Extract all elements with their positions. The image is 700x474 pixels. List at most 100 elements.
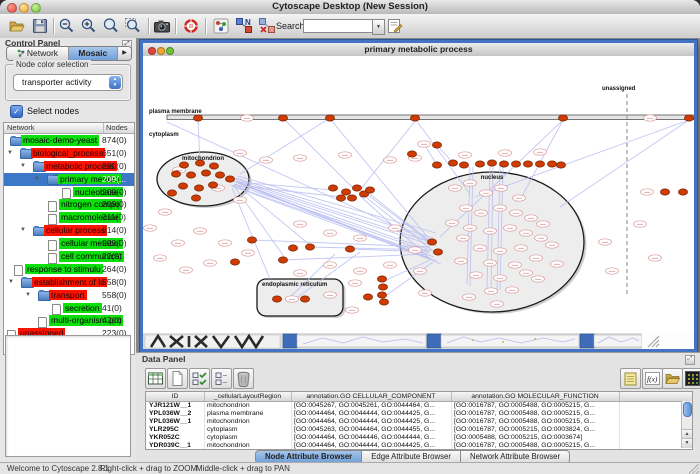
node-color-dropdown[interactable]: transporter activity ▲▼ xyxy=(13,74,123,91)
network-node[interactable] xyxy=(379,299,388,305)
new-attribute-button[interactable] xyxy=(167,368,188,389)
advanced-search-button[interactable] xyxy=(386,17,404,35)
network-node[interactable] xyxy=(247,237,256,243)
attribute-notes-button[interactable] xyxy=(620,368,641,389)
network-node[interactable] xyxy=(300,296,309,302)
network-canvas[interactable]: plasma membranecytoplasmmitochondrionnuc… xyxy=(143,56,694,333)
tree-row[interactable]: response to stimulu264(0) xyxy=(4,263,134,276)
table-column-header[interactable]: annotation.GO CELLULAR_COMPONENT xyxy=(291,392,452,401)
zoom-selected-button[interactable] xyxy=(102,17,120,35)
network-node[interactable] xyxy=(433,249,442,255)
tree-row[interactable]: ▼transport558(0) xyxy=(4,289,134,302)
network-node[interactable] xyxy=(278,115,287,121)
tab-network[interactable]: Network xyxy=(7,47,69,60)
attribute-matrix-button[interactable] xyxy=(682,368,700,389)
tree-row[interactable]: secretion41(0) xyxy=(4,302,134,315)
network-node[interactable] xyxy=(427,239,436,245)
formula-builder-button[interactable]: f(x) xyxy=(642,368,663,389)
zoom-out-button[interactable] xyxy=(58,17,76,35)
table-row[interactable]: YPL036W__2plasma membrane[GO:0044464, GO… xyxy=(146,410,692,418)
tree-node-label[interactable]: mosaic-demo-yeast xyxy=(21,135,99,146)
table-row[interactable]: YJR121W__1mitochondrion[GO:0045267, GO:0… xyxy=(146,402,692,410)
create-network-button[interactable]: N xyxy=(235,17,253,35)
app-titlebar[interactable]: Cytoscape Desktop (New Session) xyxy=(0,0,700,15)
birdseye-view[interactable] xyxy=(5,335,131,457)
network-node[interactable] xyxy=(230,259,239,265)
tree-node-label[interactable]: cellular process xyxy=(44,225,107,236)
tree-row[interactable]: nucleobase-209(0) xyxy=(4,186,134,199)
attribute-table-button[interactable] xyxy=(145,368,166,389)
network-node[interactable] xyxy=(448,160,457,166)
network-node[interactable] xyxy=(511,161,520,167)
network-node[interactable] xyxy=(523,161,532,167)
snapshot-button[interactable] xyxy=(153,17,171,35)
tree-node-label[interactable]: transport xyxy=(49,290,87,301)
table-row[interactable]: YLR295Ccytoplasm[GO:0045263, GO:0044464,… xyxy=(146,426,692,434)
network-node[interactable] xyxy=(432,142,441,148)
network-node[interactable] xyxy=(178,183,187,189)
network-node[interactable] xyxy=(193,115,202,121)
network-node[interactable] xyxy=(678,189,687,195)
zoom-in-button[interactable] xyxy=(80,17,98,35)
tree-row[interactable]: cellular metabol209(0) xyxy=(4,237,134,250)
network-node[interactable] xyxy=(288,245,297,251)
search-dropdown-arrow-icon[interactable]: ▼ xyxy=(372,19,385,35)
tree-row[interactable]: ▼establishment of lo558(0) xyxy=(4,276,134,289)
network-node[interactable] xyxy=(345,246,354,252)
tree-row[interactable]: macromolecule311(0) xyxy=(4,211,134,224)
tree-row[interactable]: ▼metabolic process280(0) xyxy=(4,160,134,173)
network-node[interactable] xyxy=(475,161,484,167)
table-scrollbar[interactable]: ▲ ▼ xyxy=(681,401,692,448)
tree-expander-icon[interactable]: ▼ xyxy=(7,147,13,160)
destroy-network-button[interactable] xyxy=(258,17,276,35)
tree-row[interactable]: ▼biological_process651(0) xyxy=(4,147,134,160)
float-data-panel-icon[interactable]: ⤢ xyxy=(685,355,695,365)
network-node[interactable] xyxy=(191,195,200,201)
tree-expander-icon[interactable]: ▼ xyxy=(20,160,26,173)
network-tree-header[interactable]: Network Nodes xyxy=(4,123,134,134)
delete-attribute-button[interactable] xyxy=(233,368,254,389)
tree-node-label[interactable]: biological_process xyxy=(31,148,105,159)
tree-node-label[interactable]: secretion xyxy=(63,303,102,314)
network-node[interactable] xyxy=(325,115,334,121)
tree-expander-icon[interactable]: ▼ xyxy=(20,224,26,237)
tab-mosaic[interactable]: Mosaic xyxy=(69,47,118,60)
network-view-window[interactable]: primary metabolic process plasma membran… xyxy=(140,40,697,352)
network-node[interactable] xyxy=(336,195,345,201)
network-node[interactable] xyxy=(556,162,565,168)
import-attributes-button[interactable] xyxy=(662,368,683,389)
select-nodes-checkbox[interactable]: ✓ xyxy=(10,105,23,118)
table-column-header[interactable]: _cellularLayoutRegion xyxy=(204,392,292,401)
tree-row[interactable]: multi-organism pro42(0) xyxy=(4,314,134,327)
network-node[interactable] xyxy=(194,185,203,191)
tree-row[interactable]: ▼primary metabo209(... xyxy=(4,173,134,186)
tree-expander-icon[interactable]: ▼ xyxy=(8,276,14,289)
network-node[interactable] xyxy=(558,115,567,121)
search-input[interactable] xyxy=(303,19,375,33)
network-node[interactable] xyxy=(347,195,356,201)
network-node[interactable] xyxy=(352,185,361,191)
network-node[interactable] xyxy=(225,176,234,182)
tree-row[interactable]: ▼cellular process614(0) xyxy=(4,224,134,237)
network-node[interactable] xyxy=(487,160,496,166)
network-node[interactable] xyxy=(341,189,350,195)
network-node[interactable] xyxy=(410,115,419,121)
network-node[interactable] xyxy=(305,244,314,250)
network-node[interactable] xyxy=(535,161,544,167)
network-node[interactable] xyxy=(660,189,669,195)
network-node[interactable] xyxy=(377,292,386,298)
table-row[interactable]: YPL036W__1mitochondrion[GO:0044464, GO:0… xyxy=(146,418,692,426)
network-node[interactable] xyxy=(547,161,556,167)
scrollbar-thumb[interactable] xyxy=(683,402,692,417)
tree-row[interactable]: mosaic-demo-yeast874(0) xyxy=(4,134,134,147)
save-session-button[interactable] xyxy=(31,17,49,35)
tree-expander-icon[interactable]: ▼ xyxy=(34,173,40,186)
tree-column-network[interactable]: Network xyxy=(7,123,35,133)
network-window-titlebar[interactable]: primary metabolic process xyxy=(143,43,694,57)
tree-node-label[interactable]: establishment of lo xyxy=(32,277,107,288)
network-node[interactable] xyxy=(328,185,337,191)
resize-grip-icon[interactable] xyxy=(689,464,699,474)
attribute-table[interactable]: ID_cellularLayoutRegionannotation.GO CEL… xyxy=(145,391,693,450)
table-column-header[interactable]: ID xyxy=(146,392,205,401)
select-attributes-button[interactable] xyxy=(189,368,210,389)
